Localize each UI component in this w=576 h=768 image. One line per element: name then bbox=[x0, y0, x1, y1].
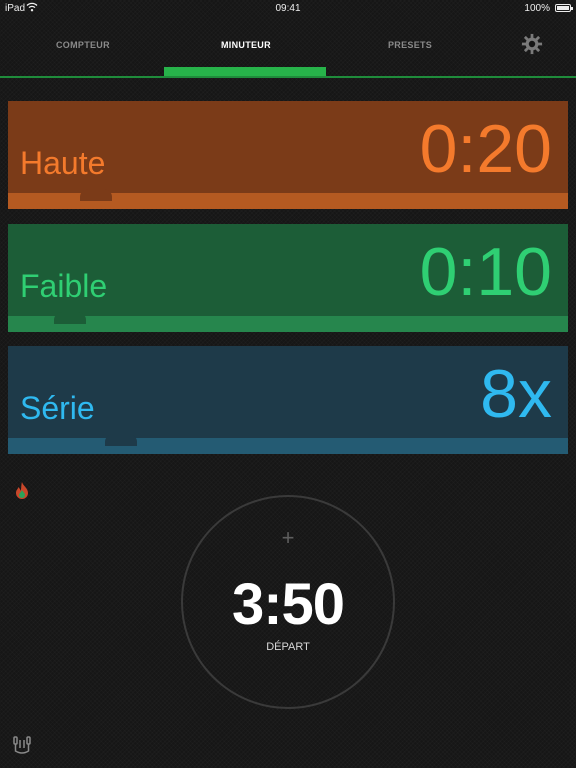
series-card[interactable]: Série 8x bbox=[8, 346, 568, 454]
interval-high-label: Haute bbox=[20, 145, 106, 181]
interval-high-card[interactable]: Haute 0:20 bbox=[8, 101, 568, 209]
tab-presets[interactable]: PRESETS bbox=[388, 40, 432, 50]
battery-percent: 100% bbox=[524, 3, 550, 14]
series-value: 8x bbox=[480, 356, 552, 432]
interval-low-slider-handle[interactable] bbox=[54, 312, 86, 324]
tab-bar: COMPTEUR MINUTEUR PRESETS bbox=[0, 18, 576, 78]
series-label: Série bbox=[20, 390, 95, 426]
interval-low-slider-track[interactable] bbox=[8, 316, 568, 332]
tab-minuteur[interactable]: MINUTEUR bbox=[221, 40, 271, 50]
tab-divider bbox=[0, 76, 576, 78]
status-bar: iPad 09:41 100% bbox=[0, 0, 576, 18]
total-time: 3:50 bbox=[231, 572, 345, 637]
interval-low-card[interactable]: Faible 0:10 bbox=[8, 224, 568, 332]
start-timer-button[interactable]: + 3:50 DÉPART bbox=[181, 495, 395, 709]
interval-low-value: 0:10 bbox=[419, 234, 552, 310]
tab-compteur[interactable]: COMPTEUR bbox=[56, 40, 110, 50]
interval-low-label: Faible bbox=[20, 268, 108, 304]
jump-rope-icon[interactable] bbox=[12, 736, 32, 754]
start-label: DÉPART bbox=[266, 641, 310, 653]
series-slider-handle[interactable] bbox=[105, 434, 137, 446]
app: iPad 09:41 100% COMPTEUR MINUTEUR PRESET… bbox=[0, 0, 576, 768]
series-slider-track[interactable] bbox=[8, 438, 568, 454]
plus-icon[interactable]: + bbox=[183, 525, 393, 551]
gear-icon[interactable] bbox=[521, 33, 543, 55]
flame-icon bbox=[16, 482, 28, 499]
status-time: 09:41 bbox=[275, 3, 301, 14]
interval-high-value: 0:20 bbox=[419, 111, 552, 187]
battery-icon bbox=[555, 4, 573, 12]
interval-high-slider-handle[interactable] bbox=[80, 189, 112, 201]
